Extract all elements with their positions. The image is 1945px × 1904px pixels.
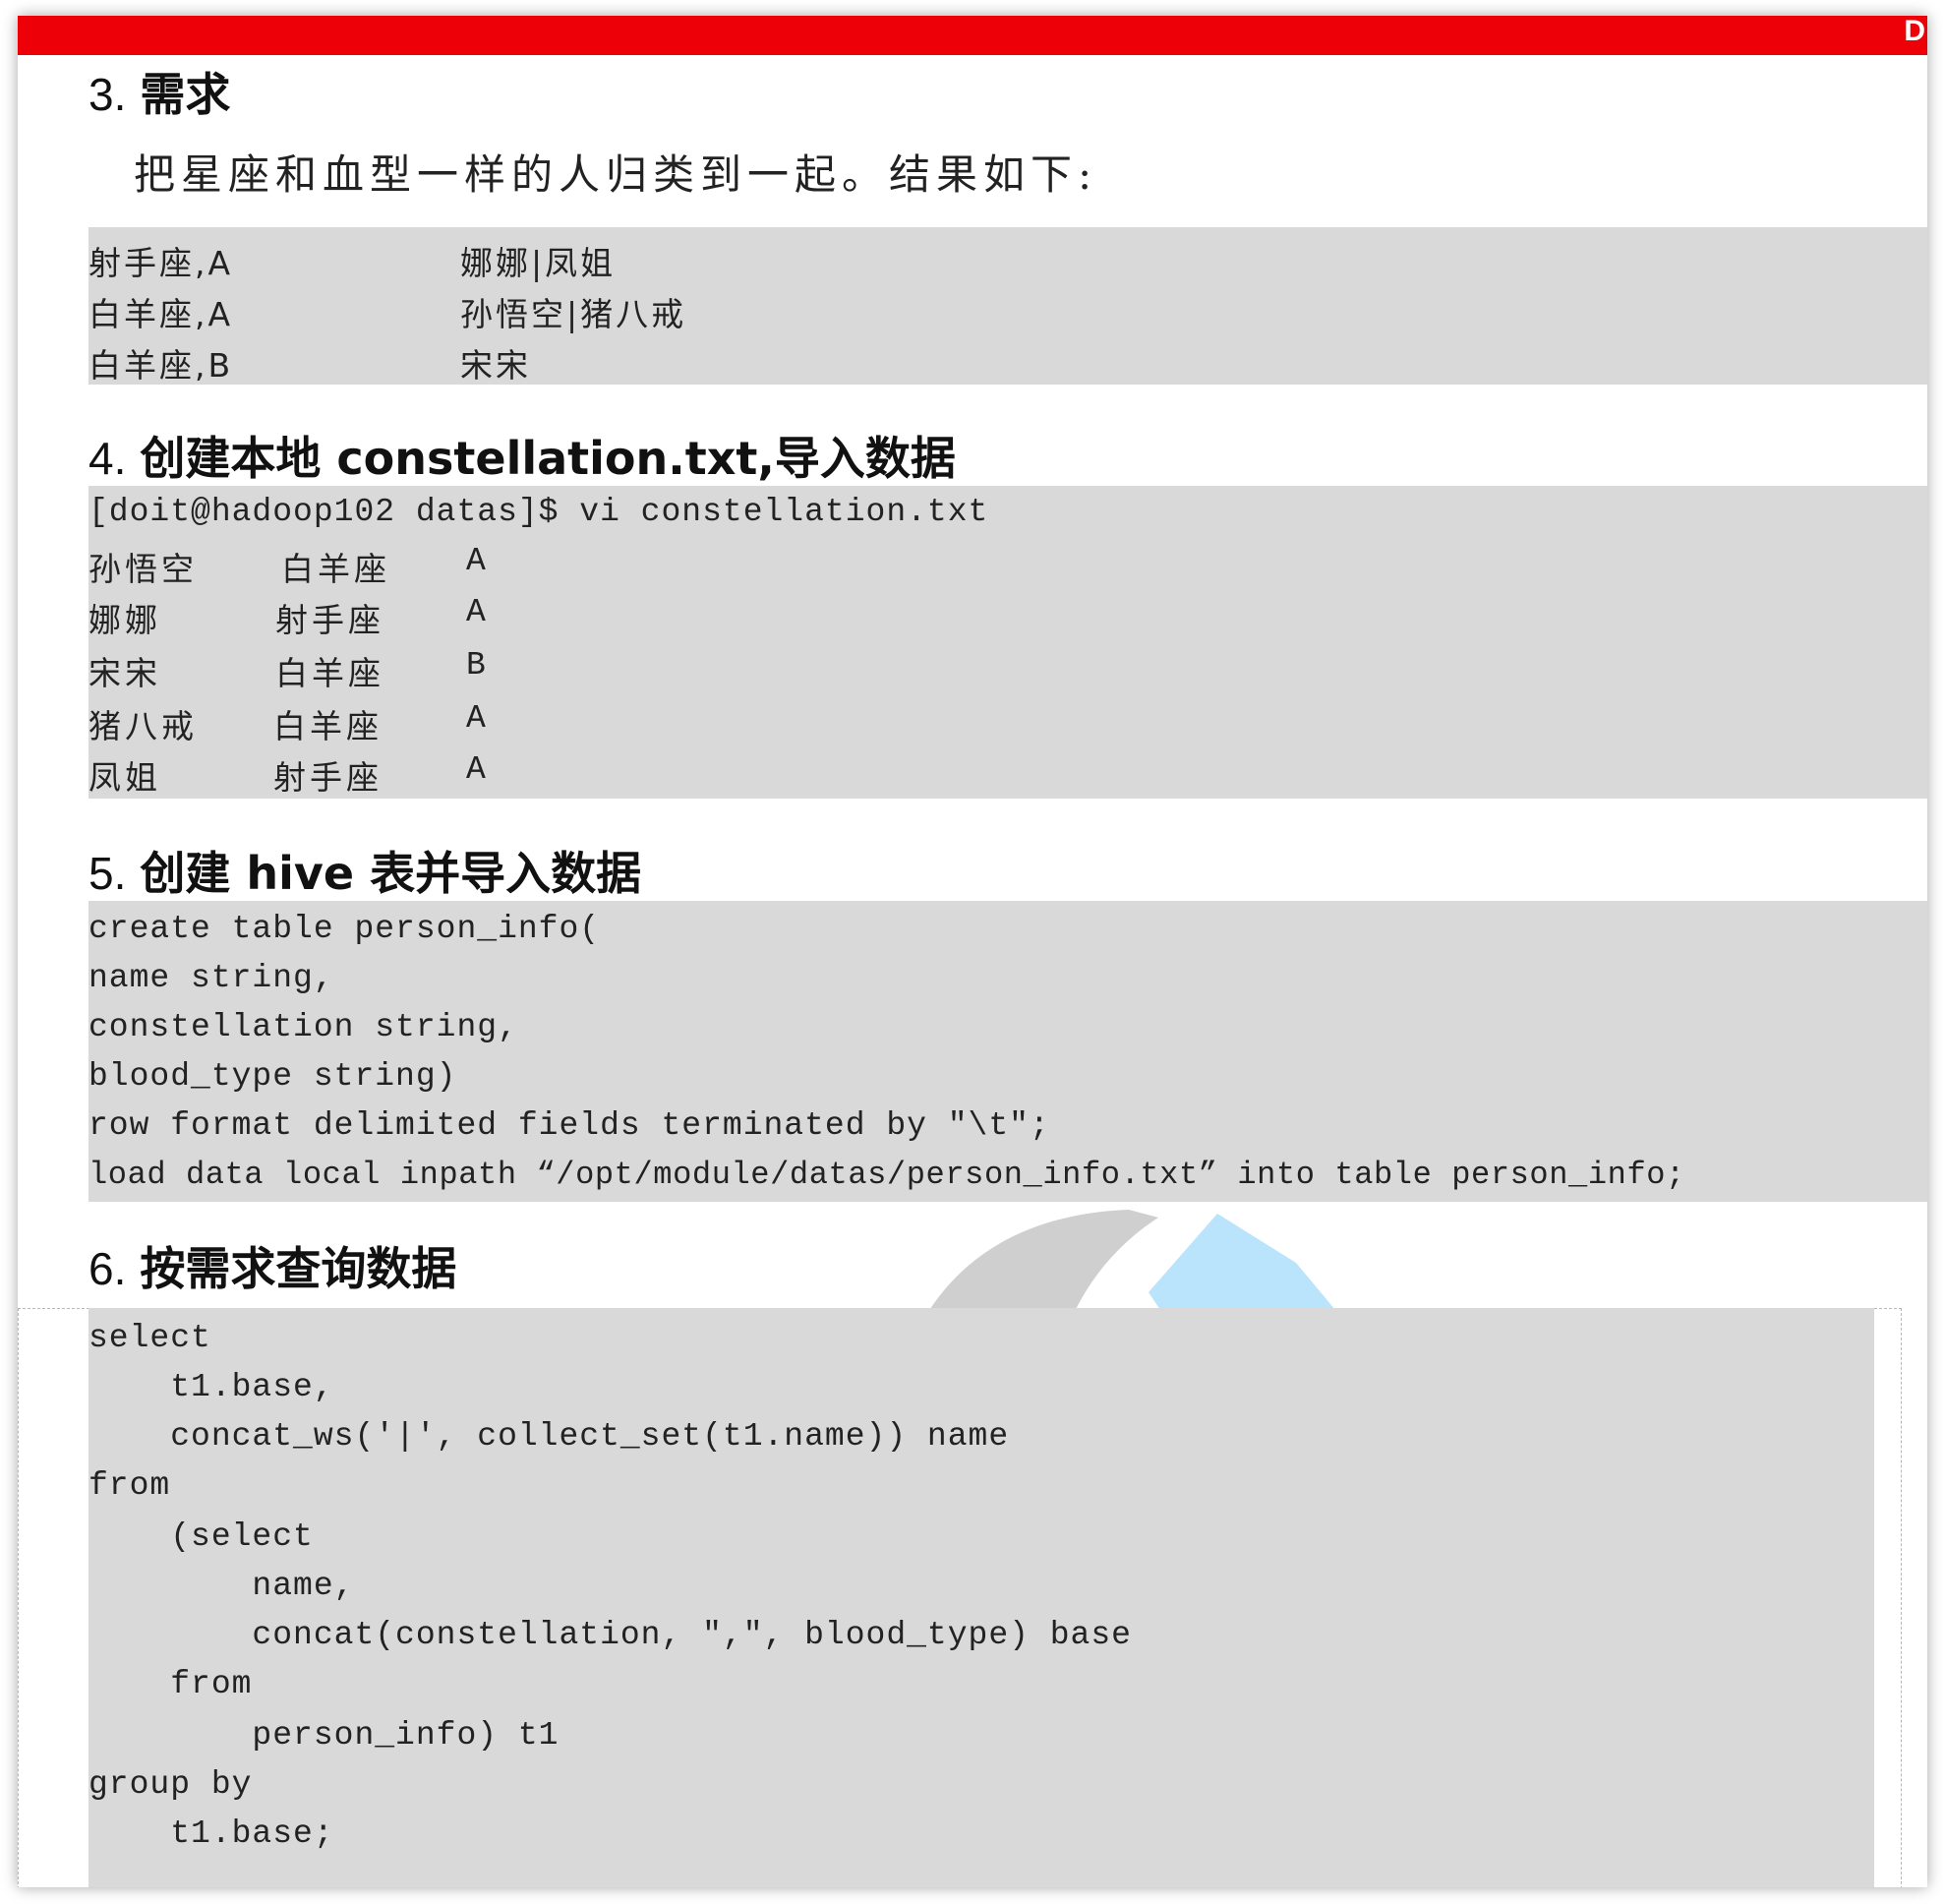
person-name: 宋宋	[88, 654, 161, 692]
watermark-logo	[922, 1210, 1345, 1322]
person-name: 娜娜	[88, 601, 161, 639]
result-value: 娜娜|凤姐	[460, 244, 617, 282]
result-value: 孙悟空|猪八戒	[460, 295, 687, 333]
code-line: name,	[88, 1568, 355, 1604]
person-name: 孙悟空	[88, 550, 198, 588]
person-blood-type: B	[466, 647, 486, 684]
code-line: concat_ws('|', collect_set(t1.name)) nam…	[88, 1418, 1010, 1455]
code-line: blood_type string)	[88, 1058, 457, 1095]
person-constellation: 射手座	[275, 601, 384, 639]
query-code-block: select t1.base, concat_ws('|', collect_s…	[88, 1308, 1874, 1887]
code-line: create table person_info(	[88, 911, 601, 947]
code-line: (select	[88, 1518, 314, 1555]
code-line: from	[88, 1666, 253, 1702]
result-key: 白羊座,A	[88, 295, 234, 333]
section-5-title: 创建 hive 表并导入数据	[140, 847, 642, 900]
person-blood-type: A	[466, 751, 486, 788]
section-4-number: 4.	[88, 433, 127, 484]
code-line: select	[88, 1320, 211, 1356]
section-6-number: 6.	[88, 1243, 127, 1294]
data-file-block: [doit@hadoop102 datas]$ vi constellation…	[88, 486, 1927, 799]
document-page: D 3. 需求 把星座和血型一样的人归类到一起。结果如下: 射手座,A 娜娜|凤姐…	[18, 16, 1927, 1887]
section-3-description: 把星座和血型一样的人归类到一起。结果如下:	[134, 150, 1098, 199]
code-line: person_info) t1	[88, 1717, 560, 1754]
result-key: 白羊座,B	[88, 346, 234, 385]
person-constellation: 白羊座	[281, 550, 390, 588]
section-5-number: 5.	[88, 848, 127, 899]
person-blood-type: A	[466, 594, 486, 630]
section-3-number: 3.	[88, 69, 127, 120]
header-corner-letter: D	[1904, 16, 1925, 47]
person-name: 凤姐	[88, 758, 161, 797]
code-line: t1.base,	[88, 1369, 334, 1405]
section-5-heading: 5. 创建 hive 表并导入数据	[88, 838, 641, 903]
person-blood-type: A	[466, 700, 486, 737]
person-constellation: 白羊座	[273, 707, 383, 745]
section-4-title: 创建本地 constellation.txt,导入数据	[140, 432, 956, 485]
code-line: group by	[88, 1766, 253, 1803]
person-constellation: 白羊座	[275, 654, 384, 692]
section-3-title: 需求	[140, 68, 231, 121]
vi-command-line: [doit@hadoop102 datas]$ vi constellation…	[88, 494, 989, 530]
section-6-heading: 6. 按需求查询数据	[88, 1233, 456, 1298]
code-line: load data local inpath “/opt/module/data…	[88, 1157, 1685, 1193]
result-block: 射手座,A 娜娜|凤姐 白羊座,A 孙悟空|猪八戒 白羊座,B 宋宋	[88, 227, 1927, 385]
code-line: row format delimited fields terminated b…	[88, 1107, 1050, 1144]
header-red-bar: D	[18, 16, 1927, 55]
person-blood-type: A	[466, 543, 486, 579]
result-value: 宋宋	[460, 346, 531, 385]
code-line: concat(constellation, ",", blood_type) b…	[88, 1617, 1132, 1653]
person-name: 猪八戒	[88, 707, 198, 745]
result-key: 射手座,A	[88, 244, 234, 282]
hive-ddl-code-block: create table person_info( name string, c…	[88, 901, 1927, 1202]
code-line: t1.base;	[88, 1815, 334, 1852]
section-3-heading: 3. 需求	[88, 59, 230, 124]
person-constellation: 射手座	[273, 758, 383, 797]
code-line: name string,	[88, 960, 334, 996]
section-4-heading: 4. 创建本地 constellation.txt,导入数据	[88, 423, 956, 488]
code-line: from	[88, 1467, 171, 1504]
code-line: constellation string,	[88, 1009, 518, 1045]
section-6-title: 按需求查询数据	[140, 1242, 457, 1295]
